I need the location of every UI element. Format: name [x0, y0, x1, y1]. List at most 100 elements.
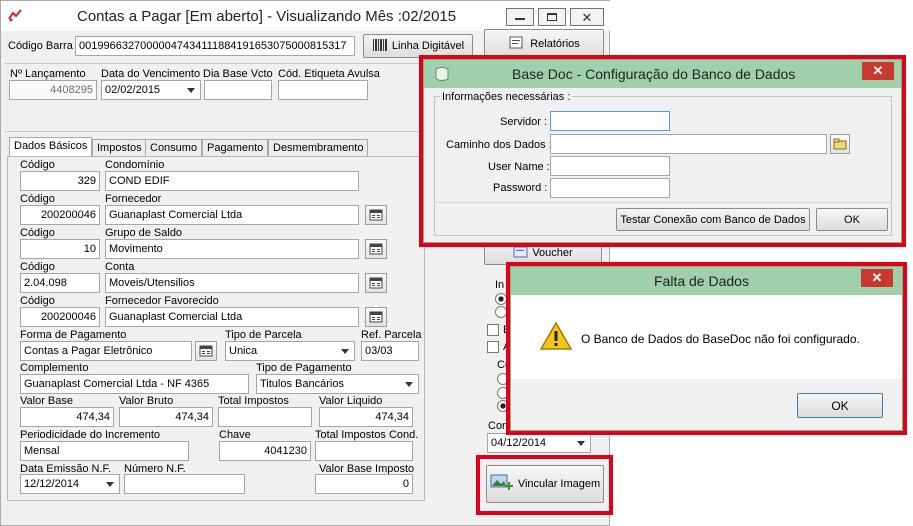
conta-lookup-button[interactable]	[365, 273, 387, 293]
valor-bruto-input[interactable]: 474,34	[119, 407, 213, 427]
tipo-parcela-select[interactable]: Unica	[225, 341, 355, 361]
password-input[interactable]	[550, 178, 670, 198]
lookup-icon	[369, 209, 383, 221]
vencimento-select[interactable]: 02/02/2015	[101, 80, 201, 100]
etiqueta-input[interactable]	[278, 80, 368, 100]
vincular-imagem-button[interactable]: Vincular Imagem	[486, 465, 604, 503]
forma-pgto-lookup-button[interactable]	[195, 341, 217, 361]
condominio-code-input[interactable]: 329	[20, 171, 100, 191]
codigo-label: Código	[20, 159, 55, 171]
forma-pgto-label: Forma de Pagamento	[20, 329, 127, 341]
lookup-icon	[369, 311, 383, 323]
caminho-input[interactable]	[550, 134, 827, 154]
ref-parcela-label: Ref. Parcela	[361, 329, 422, 341]
servidor-input[interactable]	[550, 111, 670, 131]
fornecedor-lookup-button[interactable]	[365, 205, 387, 225]
favorecido-lookup-button[interactable]	[365, 307, 387, 327]
test-connection-button[interactable]: Testar Conexão com Banco de Dados	[616, 208, 810, 231]
total-impostos-cond-input[interactable]	[315, 441, 413, 461]
side-checkbox-1[interactable]	[487, 324, 499, 336]
voucher-icon	[513, 245, 529, 262]
condominio-name-input[interactable]: COND EDIF	[105, 171, 359, 191]
tipo-parcela-label: Tipo de Parcela	[225, 329, 302, 341]
dia-base-label: Dia Base Vcto	[203, 68, 273, 80]
barcode-label: Código Barra	[8, 40, 73, 52]
side-group-label: In	[495, 279, 505, 291]
valor-liquido-label: Valor Liquido	[319, 395, 383, 407]
data-emissao-select[interactable]: 12/12/2014	[20, 474, 120, 494]
complemento-input[interactable]: Guanaplast Comercial Ltda - NF 4365	[20, 374, 249, 394]
close-icon: ✕	[872, 63, 884, 78]
grupo-name-input[interactable]: Movimento	[105, 239, 359, 259]
periodicidade-label: Periodicidade do Incremento	[20, 429, 161, 441]
minimize-button[interactable]	[506, 8, 534, 26]
password-label: Password :	[493, 182, 548, 194]
report-icon	[508, 35, 526, 54]
favorecido-name-input[interactable]: Guanaplast Comercial Ltda	[105, 307, 359, 327]
side-date-select[interactable]: 04/12/2014	[487, 433, 591, 453]
database-icon	[434, 66, 450, 85]
numero-nf-input[interactable]	[124, 474, 245, 494]
total-impostos-input[interactable]	[218, 407, 312, 427]
alert-dialog: Falta de Dados ✕ O Banco de Dados do Bas…	[510, 266, 903, 431]
caminho-label: Caminho dos Dados :	[446, 139, 552, 151]
valor-bruto-label: Valor Bruto	[119, 395, 174, 407]
valor-liquido-input[interactable]: 474,34	[319, 407, 413, 427]
chave-input[interactable]: 4041230	[219, 441, 311, 461]
config-dialog: Base Doc - Configuração do Banco de Dado…	[423, 59, 902, 243]
conta-code-input[interactable]: 2.04.098	[20, 273, 100, 293]
side-checkbox-2[interactable]	[487, 341, 499, 353]
favorecido-code-input[interactable]: 200200046	[20, 307, 100, 327]
image-add-icon	[490, 474, 514, 495]
close-button[interactable]: ✕	[570, 8, 604, 26]
conta-name-input[interactable]: Moveis/Utensilios	[105, 273, 359, 293]
ref-parcela-input[interactable]: 03/03	[361, 341, 419, 361]
config-ok-button[interactable]: OK	[816, 208, 888, 231]
alert-dialog-close-button[interactable]: ✕	[861, 269, 893, 287]
config-dialog-title: Base Doc - Configuração do Banco de Dado…	[512, 66, 796, 82]
servidor-label: Servidor :	[500, 116, 548, 128]
valor-base-input[interactable]: 474,34	[20, 407, 114, 427]
voucher-label: Voucher	[532, 247, 573, 259]
codigo-label: Código	[20, 295, 55, 307]
config-group-label: Informações necessárias :	[440, 91, 573, 103]
alert-message: O Banco de Dados do BaseDoc não foi conf…	[581, 332, 860, 346]
minimize-icon	[515, 18, 525, 20]
tipo-pgto-select[interactable]: Titulos Bancários	[256, 374, 419, 394]
alert-ok-button[interactable]: OK	[797, 393, 883, 418]
tipo-pgto-label: Tipo de Pagamento	[256, 362, 352, 374]
lookup-icon	[369, 243, 383, 255]
lookup-icon	[369, 277, 383, 289]
dia-base-input[interactable]	[204, 80, 272, 100]
maximize-button[interactable]	[538, 8, 566, 26]
total-impostos-cond-label: Total Impostos Cond.	[315, 429, 419, 441]
grupo-lookup-button[interactable]	[365, 239, 387, 259]
linha-digitavel-label: Linha Digitável	[391, 40, 465, 52]
codigo-label: Código	[20, 227, 55, 239]
favorecido-label: Fornecedor Favorecido	[105, 295, 219, 307]
lancamento-field: 4408295	[9, 80, 97, 100]
caminho-browse-button[interactable]	[830, 134, 850, 154]
valor-base-imposto-input[interactable]: 0	[315, 474, 413, 494]
forma-pgto-input[interactable]: Contas a Pagar Eletrônico	[20, 341, 192, 361]
tab-dados-basicos[interactable]: Dados Básicos	[9, 137, 93, 157]
username-input[interactable]	[550, 156, 670, 176]
fornecedor-code-input[interactable]: 200200046	[20, 205, 100, 225]
vencimento-label: Data do Vencimento	[101, 68, 201, 80]
etiqueta-label: Cód. Etiqueta Avulsa	[278, 68, 380, 80]
complemento-label: Complemento	[20, 362, 89, 374]
valor-base-label: Valor Base	[20, 395, 73, 407]
relatorios-label: Relatórios	[530, 38, 580, 50]
close-icon: ✕	[871, 270, 883, 285]
config-dialog-close-button[interactable]: ✕	[862, 62, 894, 80]
tab-pagamento[interactable]: Pagamento	[202, 139, 269, 157]
tab-impostos[interactable]: Impostos	[92, 139, 147, 157]
fornecedor-name-input[interactable]: Guanaplast Comercial Ltda	[105, 205, 359, 225]
barcode-input[interactable]: 0019966327000004743411188419165307500081…	[75, 36, 355, 56]
tab-desmembramento[interactable]: Desmembramento	[268, 139, 369, 157]
periodicidade-input[interactable]: Mensal	[20, 441, 189, 461]
codigo-label: Código	[20, 193, 55, 205]
grupo-code-input[interactable]: 10	[20, 239, 100, 259]
grupo-label: Grupo de Saldo	[105, 227, 183, 239]
tab-consumo[interactable]: Consumo	[145, 139, 203, 157]
